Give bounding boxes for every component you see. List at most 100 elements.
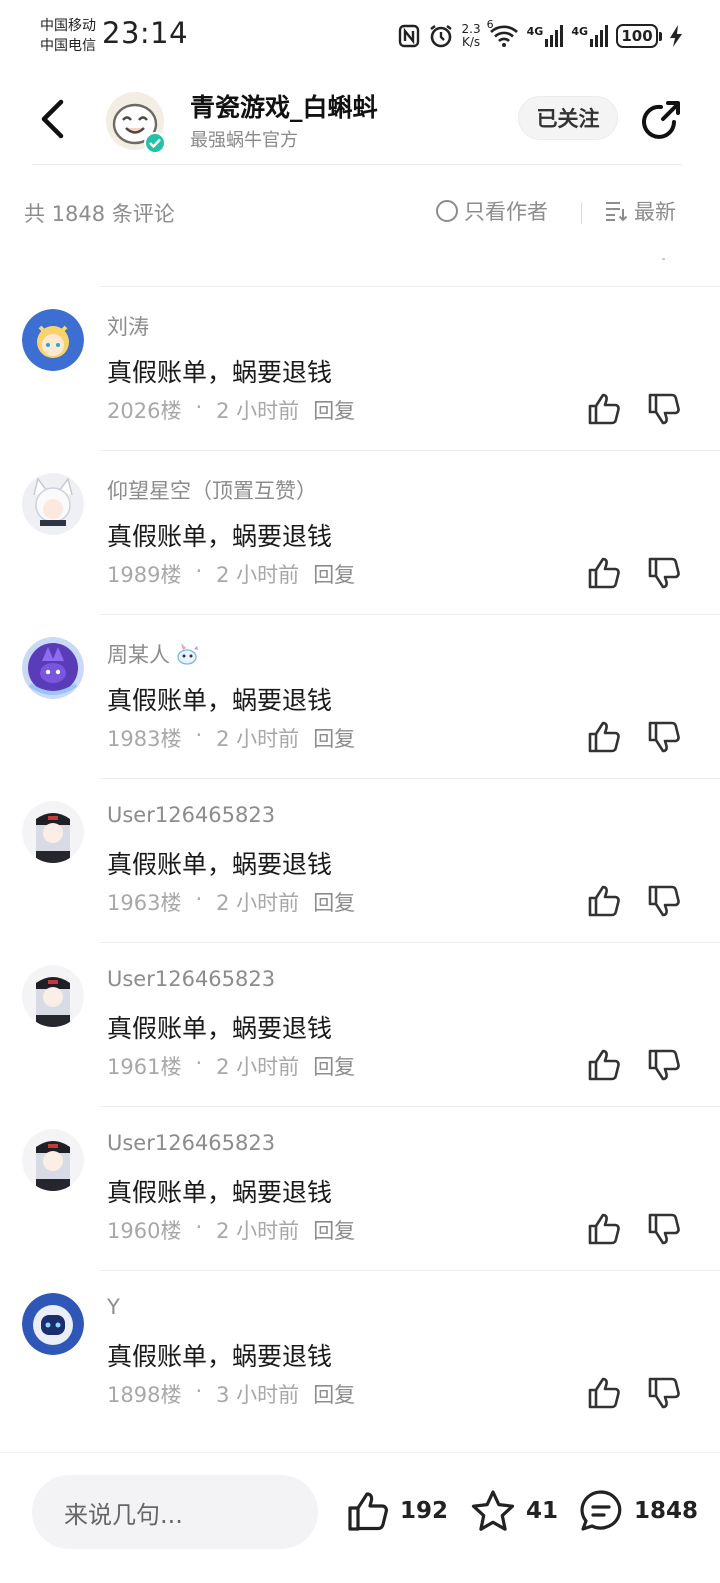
signal-2: 4G [571,25,608,47]
header-divider [32,164,682,165]
follow-button[interactable]: 已关注 [518,96,618,140]
reply-button[interactable]: 回复 [313,887,355,917]
reply-button[interactable]: 回复 [313,1051,355,1081]
thumbs-up-icon[interactable] [586,1047,622,1083]
comment-meta: 1983楼 · 2 小时前 回复 [107,723,355,753]
reply-button[interactable]: 回复 [313,723,355,753]
favorite-button[interactable]: 41 [470,1489,558,1533]
thumbs-up-icon[interactable] [586,1375,622,1411]
username-text: 刘涛 [107,315,149,339]
user-avatar[interactable] [22,637,84,699]
thumbs-up-icon[interactable] [586,883,622,919]
sort-button[interactable]: 最新 [604,196,676,226]
meta-dot: · [195,395,203,419]
unicorn-sticker-icon [177,643,198,665]
signal-bars-icon [590,25,608,47]
user-avatar[interactable] [22,801,84,863]
user-avatar[interactable] [22,1129,84,1191]
author-name[interactable]: 青瓷游戏_白蝌蚪 [190,88,378,124]
comment-meta: 1898楼 · 3 小时前 回复 [107,1379,355,1409]
thumbs-up-icon[interactable] [586,1211,622,1247]
user-avatar[interactable] [22,473,84,535]
carrier-1: 中国移动 [40,18,96,34]
wifi-badge: 6 [486,18,494,31]
thumbs-down-icon[interactable] [646,555,682,591]
reply-button[interactable]: 回复 [313,1379,355,1409]
author-only-toggle[interactable]: 只看作者 [436,196,548,226]
comment-bubble-icon [580,1490,622,1531]
comment-time: 2 小时前 [216,399,300,423]
status-icons: 2.3 K/s 6 4G 4G 100 [398,18,682,52]
thumbs-down-icon[interactable] [646,1047,682,1083]
comment-username[interactable]: User126465823 [107,967,275,991]
user-avatar[interactable] [22,1293,84,1355]
chevron-left-icon [41,99,64,139]
comment-time: 3 小时前 [216,1383,300,1407]
meta-dot: · [195,723,203,747]
comment-item: 仰望星空（顶置互赞） 真假账单，蜗要退钱 1989楼 · 2 小时前 回复 [0,451,720,615]
thumbs-down-icon[interactable] [646,1211,682,1247]
comment-input[interactable]: 来说几句... [32,1475,318,1549]
comment-item: Y 真假账单，蜗要退钱 1898楼 · 3 小时前 回复 [0,1271,720,1435]
thumbs-up-icon[interactable] [586,555,622,591]
comment-meta: 1989楼 · 2 小时前 回复 [107,559,355,589]
comment-time: 2 小时前 [216,891,300,915]
signal-1: 4G [527,25,564,47]
thumbs-down-icon[interactable] [646,883,682,919]
comment-count: 1848 [634,1498,699,1524]
comment-meta: 1961楼 · 2 小时前 回复 [107,1051,355,1081]
sort-label: 最新 [634,200,676,224]
author-avatar[interactable] [106,92,166,154]
comment-filter-bar: 共 1848 条评论 只看作者 最新 [0,188,720,236]
thumbs-down-icon[interactable] [646,1375,682,1411]
comment-text: 真假账单，蜗要退钱 [107,522,333,551]
comment-meta: 2026楼 · 2 小时前 回复 [107,395,355,425]
comments-button[interactable]: 1848 [578,1489,698,1533]
share-button[interactable] [638,98,684,144]
reply-button[interactable]: 回复 [313,395,355,425]
meta-dot: · [195,1379,203,1403]
comment-text: 真假账单，蜗要退钱 [107,358,333,387]
thumbs-up-icon[interactable] [586,391,622,427]
comment-text: 真假账单，蜗要退钱 [107,686,333,715]
user-avatar[interactable] [22,309,84,371]
comment-username[interactable]: User126465823 [107,1131,275,1155]
thumbs-down-icon[interactable] [646,391,682,427]
floor-number: 1960楼 [107,1219,182,1243]
username-text: User126465823 [107,1131,276,1155]
network-speed: 2.3 K/s [462,23,481,49]
thumbs-down-icon[interactable] [646,719,682,755]
comment-username[interactable]: 仰望星空（顶置互赞） [107,475,317,505]
back-button[interactable] [30,94,74,144]
signal-bars-icon [545,25,564,47]
comment-text: 真假账单，蜗要退钱 [107,1014,333,1043]
thumbs-up-icon[interactable] [586,719,622,755]
like-count: 192 [400,1498,449,1524]
alarm-icon [429,25,452,48]
comment-username[interactable]: Y [107,1295,120,1319]
comment-username[interactable]: 周某人 [107,639,200,669]
carrier-2: 中国电信 [40,38,96,54]
comment-meta: 1963楼 · 2 小时前 回复 [107,887,355,917]
comment-username[interactable]: 刘涛 [107,311,149,341]
like-button[interactable]: 192 [346,1489,448,1533]
signal-2-label: 4G [571,25,588,38]
check-icon [149,138,161,148]
meta-dot: · [195,559,203,583]
reply-button[interactable]: 回复 [313,559,355,589]
user-avatar[interactable] [22,965,84,1027]
comment-time: 2 小时前 [216,727,300,751]
sort-icon [606,202,628,222]
purple-creature-avatar-icon [22,637,84,699]
meta-dot: · [195,1051,203,1075]
floor-number: 1961楼 [107,1055,182,1079]
comment-username[interactable]: User126465823 [107,803,275,827]
blonde-girl-avatar-icon [22,309,84,371]
comment-item: 周某人 真假账单，蜗要退钱 1983楼 · 2 小时前 回复 [0,615,720,779]
reply-button[interactable]: 回复 [313,1215,355,1245]
silver-hair-girl-avatar-icon [22,965,84,1027]
clock: 23:14 [102,16,189,50]
meta-dot: · [195,1215,203,1239]
floor-number: 1983楼 [107,727,182,751]
comment-time: 2 小时前 [216,563,300,587]
